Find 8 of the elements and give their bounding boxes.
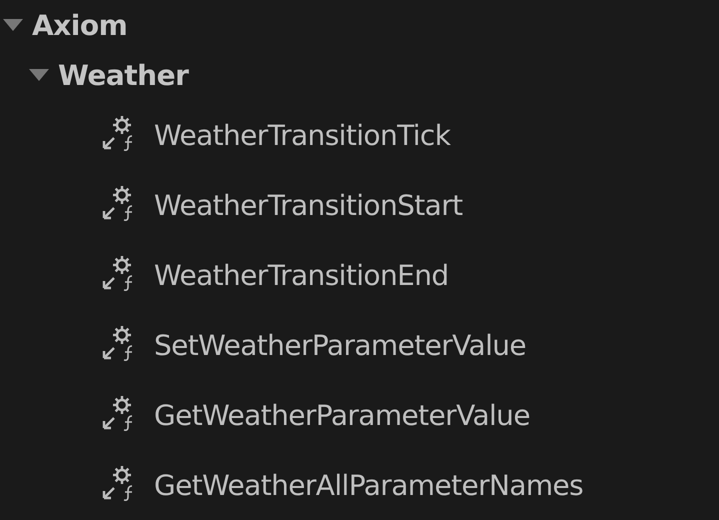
function-item[interactable]: GetWeatherAllParameterNames xyxy=(154,468,584,502)
category-label[interactable]: Axiom xyxy=(32,8,128,42)
function-item[interactable]: WeatherTransitionTick xyxy=(154,118,450,152)
function-item[interactable]: WeatherTransitionStart xyxy=(154,188,462,222)
function-item[interactable]: SetWeatherParameterValue xyxy=(154,328,526,362)
function-item[interactable]: GetWeatherParameterValue xyxy=(154,398,530,432)
category-label[interactable]: Weather xyxy=(58,58,188,92)
function-item[interactable]: WeatherTransitionEnd xyxy=(154,258,449,292)
